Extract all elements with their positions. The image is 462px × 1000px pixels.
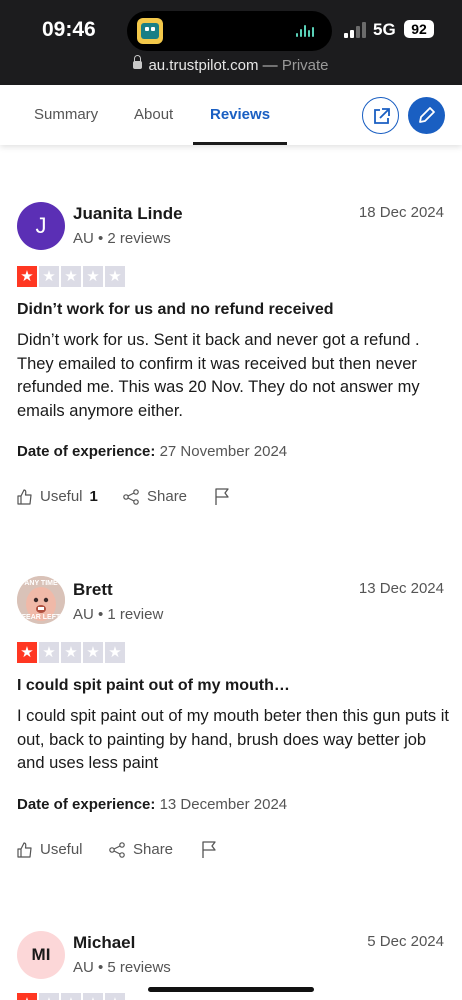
- thumbs-up-icon: [17, 488, 32, 505]
- write-review-button[interactable]: [408, 97, 445, 134]
- share-icon: [123, 488, 139, 505]
- external-link-icon: [374, 108, 390, 124]
- star-icon: ★: [83, 642, 103, 663]
- avatar[interactable]: MI: [17, 931, 65, 979]
- avatar[interactable]: ANY TIME FEAR LEFT: [17, 576, 65, 624]
- lock-icon: [133, 55, 143, 70]
- date-of-experience: Date of experience: 13 December 2024: [17, 796, 287, 813]
- date-of-experience: Date of experience: 27 November 2024: [17, 443, 287, 460]
- review-title[interactable]: Didn’t work for us and no refund receive…: [17, 301, 333, 319]
- star-icon: ★: [105, 993, 125, 1000]
- star-icon: ★: [17, 266, 37, 287]
- reviewer-name[interactable]: Brett: [73, 580, 113, 600]
- star-icon: ★: [17, 993, 37, 1000]
- review-body: Didn’t work for us. Sent it back and nev…: [17, 331, 420, 420]
- signal-icon: [344, 22, 366, 38]
- flag-icon: [215, 488, 229, 505]
- status-time: 09:46: [42, 18, 96, 41]
- address-bar[interactable]: au.trustpilot.com — Private: [0, 52, 462, 85]
- open-external-button[interactable]: [362, 97, 399, 134]
- flag-icon: [202, 841, 216, 858]
- app-icon: [137, 18, 163, 44]
- star-icon: ★: [83, 266, 103, 287]
- review-title[interactable]: I could spit paint out of my mouth…: [17, 677, 290, 695]
- star-icon: ★: [61, 642, 81, 663]
- star-icon: ★: [39, 266, 59, 287]
- star-rating: ★ ★ ★ ★ ★: [17, 993, 125, 1000]
- review-date: 18 Dec 2024: [358, 204, 444, 221]
- star-rating: ★ ★ ★ ★ ★: [17, 266, 125, 288]
- experience-date: 27 November 2024: [159, 443, 288, 460]
- experience-label: Date of experience:: [17, 443, 156, 460]
- experience-label: Date of experience:: [17, 796, 156, 813]
- active-tab-indicator: [193, 142, 287, 145]
- tab-about[interactable]: About: [134, 106, 173, 123]
- report-button[interactable]: [214, 488, 230, 506]
- home-indicator[interactable]: [148, 987, 314, 992]
- star-icon: ★: [83, 993, 103, 1000]
- url-host: au.trustpilot.com: [148, 57, 259, 74]
- thumbs-up-icon: [17, 841, 32, 858]
- review-date: 5 Dec 2024: [367, 933, 444, 950]
- star-icon: ★: [61, 993, 81, 1000]
- useful-label: Useful: [40, 841, 83, 858]
- tab-reviews[interactable]: Reviews: [210, 106, 270, 123]
- star-icon: ★: [17, 642, 37, 663]
- avatar-caption-bottom: FEAR LEFT: [21, 614, 61, 621]
- share-button[interactable]: Share: [123, 488, 187, 505]
- useful-button[interactable]: Useful 1: [17, 488, 98, 505]
- dynamic-island: [127, 11, 332, 51]
- url-separator: —: [258, 57, 282, 74]
- star-icon: ★: [105, 266, 125, 287]
- share-label: Share: [147, 488, 188, 505]
- tab-summary[interactable]: Summary: [34, 106, 98, 123]
- battery-icon: 92: [404, 20, 434, 38]
- reviewer-meta: AU • 1 review: [73, 606, 164, 623]
- review-body: I could spit paint out of my mouth beter…: [17, 707, 449, 772]
- network-type: 5G: [373, 20, 396, 39]
- star-rating: ★ ★ ★ ★ ★: [17, 642, 125, 664]
- avatar[interactable]: J: [17, 202, 65, 250]
- experience-date: 13 December 2024: [159, 796, 288, 813]
- share-icon: [109, 841, 125, 858]
- star-icon: ★: [105, 642, 125, 663]
- star-icon: ★: [39, 993, 59, 1000]
- share-button[interactable]: Share: [109, 841, 173, 858]
- useful-button[interactable]: Useful: [17, 841, 83, 858]
- reviewer-meta: AU • 2 reviews: [73, 230, 171, 247]
- review-date: 13 Dec 2024: [358, 580, 444, 597]
- reviewer-name[interactable]: Juanita Linde: [73, 204, 183, 224]
- useful-count: 1: [89, 488, 98, 505]
- useful-label: Useful: [40, 488, 83, 505]
- pencil-icon: [419, 107, 435, 123]
- reviewer-meta: AU • 5 reviews: [73, 959, 171, 976]
- report-button[interactable]: [201, 841, 217, 859]
- star-icon: ★: [61, 266, 81, 287]
- share-label: Share: [133, 841, 174, 858]
- status-bar: 09:46 5G 92: [0, 0, 462, 52]
- reviewer-name[interactable]: Michael: [73, 933, 135, 953]
- star-icon: ★: [39, 642, 59, 663]
- private-label: Private: [281, 57, 329, 74]
- avatar-caption-top: ANY TIME: [24, 580, 58, 587]
- audio-waveform-icon: [296, 23, 318, 39]
